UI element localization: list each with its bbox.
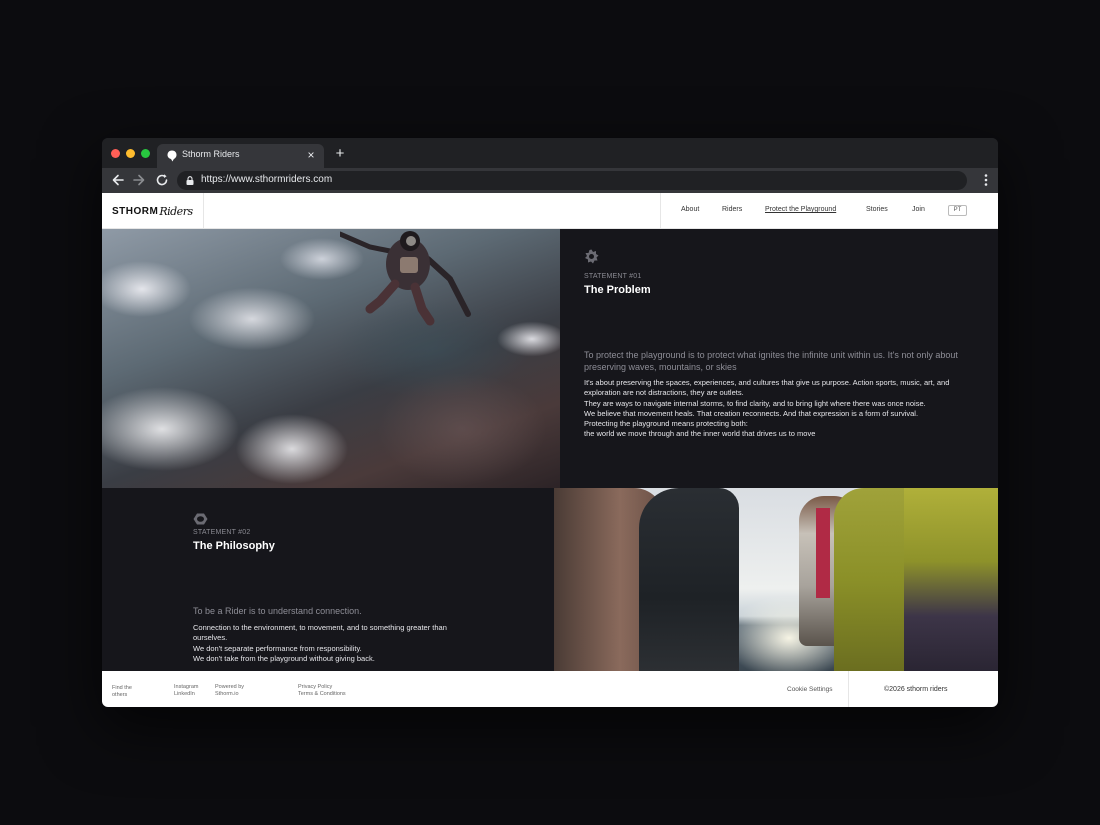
browser-toolbar: https://www.sthormriders.com: [102, 168, 998, 193]
skydiver-image: [102, 229, 560, 488]
tab-title: Sthorm Riders: [182, 149, 240, 159]
forward-arrow-icon[interactable]: [131, 172, 147, 188]
close-icon[interactable]: ×: [304, 147, 318, 163]
statement-body: Connection to the environment, to moveme…: [193, 623, 447, 663]
page-viewport: STHORM Riders About Riders Protect the P…: [102, 193, 998, 707]
header-divider: [203, 193, 204, 229]
statement-title: The Problem: [584, 284, 651, 296]
maximize-window-button[interactable]: [141, 149, 150, 158]
nav-about[interactable]: About: [681, 206, 699, 213]
hiker-shirt: [816, 508, 830, 598]
site-logo[interactable]: STHORM Riders: [112, 204, 193, 218]
browser-window: Sthorm Riders × + https://www.sthormride…: [102, 138, 998, 707]
address-bar[interactable]: https://www.sthormriders.com: [177, 171, 967, 190]
footer-copyright: ©2026 sthorm riders: [884, 686, 948, 693]
language-switch[interactable]: PT: [948, 205, 967, 216]
footer-legal-links[interactable]: Privacy Policy Terms & Conditions: [298, 684, 346, 697]
statement-panel-philosophy: STATEMENT #02 The Philosophy To be a Rid…: [102, 488, 554, 671]
nav-protect-the-playground[interactable]: Protect the Playground: [765, 206, 836, 213]
hiker-figure: [834, 488, 914, 671]
reload-icon[interactable]: [154, 172, 170, 188]
site-footer: Find the others Instagram LinkedIn Power…: [102, 671, 998, 707]
close-window-button[interactable]: [111, 149, 120, 158]
skydiver-figure: [340, 231, 471, 326]
favicon-icon: [167, 150, 177, 162]
nav-join[interactable]: Join: [912, 206, 925, 213]
browser-tab[interactable]: Sthorm Riders ×: [157, 144, 324, 168]
statement-lead: To protect the playground is to protect …: [584, 350, 958, 372]
hikers-image: [554, 488, 998, 671]
footer-divider: [848, 671, 849, 707]
logo-wordmark: STHORM: [112, 205, 159, 217]
hiker-figure: [904, 488, 998, 671]
statement-panel-problem: STATEMENT #01 The Problem To protect the…: [560, 229, 998, 488]
statement-title: The Philosophy: [193, 540, 275, 552]
statement-body: It's about preserving the spaces, experi…: [584, 378, 950, 439]
footer-social-links[interactable]: Instagram LinkedIn: [174, 684, 198, 697]
gear-badge-icon: [585, 249, 599, 264]
ring-badge-icon: [193, 513, 208, 525]
site-header: STHORM Riders About Riders Protect the P…: [102, 193, 998, 229]
cookie-settings-link[interactable]: Cookie Settings: [787, 686, 833, 693]
plus-icon[interactable]: +: [332, 145, 348, 163]
nav-stories[interactable]: Stories: [866, 206, 888, 213]
footer-find-others: Find the others: [112, 685, 132, 698]
back-arrow-icon[interactable]: [110, 172, 126, 188]
header-divider: [660, 193, 661, 229]
lock-icon: [186, 176, 194, 185]
menu-dots-icon[interactable]: [984, 173, 988, 187]
footer-powered-by[interactable]: Powered by Sthorm.io: [215, 684, 244, 697]
tab-strip: Sthorm Riders × +: [102, 138, 998, 168]
statement-kicker: STATEMENT #02: [193, 529, 251, 536]
logo-script: Riders: [159, 204, 193, 218]
statement-lead: To be a Rider is to understand connectio…: [193, 606, 362, 616]
url-text: https://www.sthormriders.com: [201, 174, 333, 185]
statement-kicker: STATEMENT #01: [584, 273, 642, 280]
hiker-figure: [639, 488, 739, 671]
nav-riders[interactable]: Riders: [722, 206, 742, 213]
minimize-window-button[interactable]: [126, 149, 135, 158]
